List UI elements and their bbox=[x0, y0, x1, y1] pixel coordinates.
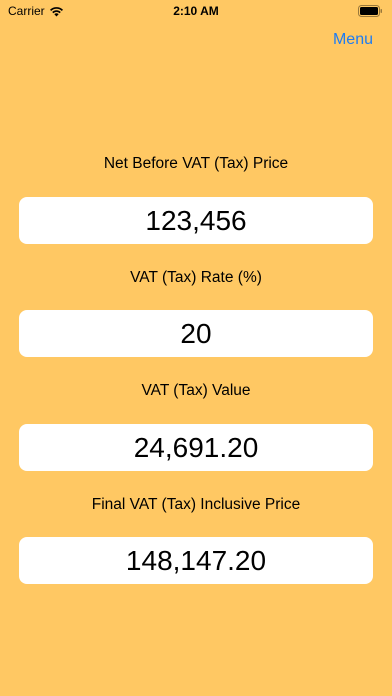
vat-rate-label: VAT (Tax) Rate (%) bbox=[130, 269, 262, 286]
menu-button[interactable]: Menu bbox=[333, 31, 373, 49]
vat-rate-field[interactable] bbox=[19, 310, 373, 357]
vat-rate-input[interactable] bbox=[19, 316, 373, 351]
vat-value-field[interactable] bbox=[19, 424, 373, 471]
final-price-label: Final VAT (Tax) Inclusive Price bbox=[91, 496, 301, 513]
status-time: 2:10 AM bbox=[173, 4, 219, 18]
net-price-input[interactable] bbox=[19, 203, 373, 238]
net-price-field[interactable] bbox=[19, 197, 373, 244]
vat-value-label: VAT (Tax) Value bbox=[141, 382, 251, 399]
vat-value-input[interactable] bbox=[19, 430, 373, 465]
net-price-label: Net Before VAT (Tax) Price bbox=[103, 155, 289, 172]
final-price-input[interactable] bbox=[19, 543, 373, 578]
status-bar: Carrier 2:10 AM bbox=[0, 0, 392, 22]
battery-icon bbox=[358, 5, 383, 17]
final-price-field[interactable] bbox=[19, 537, 373, 584]
